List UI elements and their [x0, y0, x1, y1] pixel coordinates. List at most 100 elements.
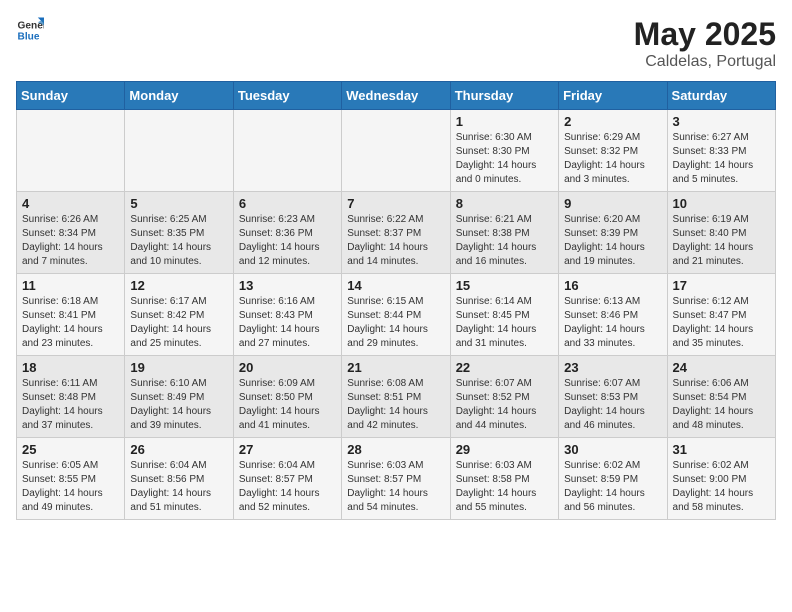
- svg-text:Blue: Blue: [18, 31, 40, 42]
- day-cell: 4 Sunrise: 6:26 AMSunset: 8:34 PMDaylight…: [17, 192, 125, 274]
- day-cell: 25 Sunrise: 6:05 AMSunset: 8:55 PMDayligh…: [17, 438, 125, 520]
- week-row-4: 18 Sunrise: 6:11 AMSunset: 8:48 PMDayligh…: [17, 356, 776, 438]
- day-cell: 16 Sunrise: 6:13 AMSunset: 8:46 PMDayligh…: [559, 274, 667, 356]
- day-number: 29: [456, 442, 553, 457]
- day-number: 3: [673, 114, 770, 129]
- day-info: Sunrise: 6:18 AMSunset: 8:41 PMDaylight:…: [22, 295, 119, 351]
- header-monday: Monday: [125, 82, 233, 110]
- day-cell: 12Sunrise: 6:17 AMSunset: 8:42 PMDayligh…: [125, 274, 233, 356]
- day-info: Sunrise: 6:04 AMSunset: 8:57 PMDaylight:…: [239, 459, 336, 515]
- day-cell: 20 Sunrise: 6:09 AMSunset: 8:50 PMDayligh…: [233, 356, 341, 438]
- day-number: 25: [22, 442, 119, 457]
- day-cell: [233, 110, 341, 192]
- day-cell: 8Sunrise: 6:21 AMSunset: 8:38 PMDaylight…: [450, 192, 558, 274]
- header-sunday: Sunday: [17, 82, 125, 110]
- day-number: 27: [239, 442, 336, 457]
- day-info: Sunrise: 6:14 AMSunset: 8:45 PMDaylight:…: [456, 295, 553, 351]
- day-info: Sunrise: 6:26 AMSunset: 8:34 PMDaylight:…: [22, 213, 119, 269]
- day-info: Sunrise: 6:03 AMSunset: 8:58 PMDaylight:…: [456, 459, 553, 515]
- day-number: 28: [347, 442, 444, 457]
- day-info: Sunrise: 6:15 AMSunset: 8:44 PMDaylight:…: [347, 295, 444, 351]
- day-cell: 14 Sunrise: 6:15 AMSunset: 8:44 PMDayligh…: [342, 274, 450, 356]
- day-cell: [17, 110, 125, 192]
- day-info: Sunrise: 6:16 AMSunset: 8:43 PMDaylight:…: [239, 295, 336, 351]
- day-info: Sunrise: 6:30 AMSunset: 8:30 PMDaylight:…: [456, 131, 553, 187]
- day-info: Sunrise: 6:23 AMSunset: 8:36 PMDaylight:…: [239, 213, 336, 269]
- day-cell: 9 Sunrise: 6:20 AMSunset: 8:39 PMDaylight…: [559, 192, 667, 274]
- day-number: 4: [22, 196, 119, 211]
- logo: General Blue: [16, 16, 44, 44]
- day-cell: 15 Sunrise: 6:14 AMSunset: 8:45 PMDayligh…: [450, 274, 558, 356]
- day-number: 5: [130, 196, 227, 211]
- day-cell: 3 Sunrise: 6:27 AMSunset: 8:33 PMDaylight…: [667, 110, 775, 192]
- day-number: 1: [456, 114, 553, 129]
- day-info: Sunrise: 6:02 AMSunset: 8:59 PMDaylight:…: [564, 459, 661, 515]
- day-cell: 31 Sunrise: 6:02 AMSunset: 9:00 PMDayligh…: [667, 438, 775, 520]
- day-number: 19: [130, 360, 227, 375]
- day-cell: 13Sunrise: 6:16 AMSunset: 8:43 PMDayligh…: [233, 274, 341, 356]
- day-info: Sunrise: 6:09 AMSunset: 8:50 PMDaylight:…: [239, 377, 336, 433]
- day-number: 31: [673, 442, 770, 457]
- day-number: 23: [564, 360, 661, 375]
- calendar-table: SundayMondayTuesdayWednesdayThursdayFrid…: [16, 81, 776, 520]
- day-number: 21: [347, 360, 444, 375]
- day-number: 7: [347, 196, 444, 211]
- day-cell: 11 Sunrise: 6:18 AMSunset: 8:41 PMDayligh…: [17, 274, 125, 356]
- header-thursday: Thursday: [450, 82, 558, 110]
- day-cell: 30Sunrise: 6:02 AMSunset: 8:59 PMDayligh…: [559, 438, 667, 520]
- day-cell: 19Sunrise: 6:10 AMSunset: 8:49 PMDayligh…: [125, 356, 233, 438]
- header-saturday: Saturday: [667, 82, 775, 110]
- day-number: 11: [22, 278, 119, 293]
- day-info: Sunrise: 6:07 AMSunset: 8:52 PMDaylight:…: [456, 377, 553, 433]
- day-number: 20: [239, 360, 336, 375]
- header-friday: Friday: [559, 82, 667, 110]
- title-location: Caldelas, Portugal: [634, 53, 776, 71]
- day-info: Sunrise: 6:06 AMSunset: 8:54 PMDaylight:…: [673, 377, 770, 433]
- week-row-1: 1 Sunrise: 6:30 AMSunset: 8:30 PMDaylight…: [17, 110, 776, 192]
- day-cell: 24 Sunrise: 6:06 AMSunset: 8:54 PMDayligh…: [667, 356, 775, 438]
- title-block: May 2025 Caldelas, Portugal: [634, 16, 776, 71]
- day-info: Sunrise: 6:27 AMSunset: 8:33 PMDaylight:…: [673, 131, 770, 187]
- day-number: 26: [130, 442, 227, 457]
- day-cell: 21 Sunrise: 6:08 AMSunset: 8:51 PMDayligh…: [342, 356, 450, 438]
- day-number: 9: [564, 196, 661, 211]
- day-info: Sunrise: 6:03 AMSunset: 8:57 PMDaylight:…: [347, 459, 444, 515]
- day-number: 15: [456, 278, 553, 293]
- header-tuesday: Tuesday: [233, 82, 341, 110]
- day-info: Sunrise: 6:21 AMSunset: 8:38 PMDaylight:…: [456, 213, 553, 269]
- day-number: 14: [347, 278, 444, 293]
- day-number: 22: [456, 360, 553, 375]
- day-info: Sunrise: 6:22 AMSunset: 8:37 PMDaylight:…: [347, 213, 444, 269]
- day-number: 2: [564, 114, 661, 129]
- day-info: Sunrise: 6:25 AMSunset: 8:35 PMDaylight:…: [130, 213, 227, 269]
- day-cell: 22 Sunrise: 6:07 AMSunset: 8:52 PMDayligh…: [450, 356, 558, 438]
- day-cell: 7 Sunrise: 6:22 AMSunset: 8:37 PMDaylight…: [342, 192, 450, 274]
- day-info: Sunrise: 6:05 AMSunset: 8:55 PMDaylight:…: [22, 459, 119, 515]
- day-cell: 29 Sunrise: 6:03 AMSunset: 8:58 PMDayligh…: [450, 438, 558, 520]
- day-info: Sunrise: 6:13 AMSunset: 8:46 PMDaylight:…: [564, 295, 661, 351]
- day-info: Sunrise: 6:20 AMSunset: 8:39 PMDaylight:…: [564, 213, 661, 269]
- header-wednesday: Wednesday: [342, 82, 450, 110]
- day-number: 18: [22, 360, 119, 375]
- day-cell: 27 Sunrise: 6:04 AMSunset: 8:57 PMDayligh…: [233, 438, 341, 520]
- day-cell: 26Sunrise: 6:04 AMSunset: 8:56 PMDayligh…: [125, 438, 233, 520]
- day-info: Sunrise: 6:11 AMSunset: 8:48 PMDaylight:…: [22, 377, 119, 433]
- day-number: 24: [673, 360, 770, 375]
- day-number: 6: [239, 196, 336, 211]
- day-cell: 2Sunrise: 6:29 AMSunset: 8:32 PMDaylight…: [559, 110, 667, 192]
- week-row-2: 4 Sunrise: 6:26 AMSunset: 8:34 PMDaylight…: [17, 192, 776, 274]
- day-info: Sunrise: 6:17 AMSunset: 8:42 PMDaylight:…: [130, 295, 227, 351]
- logo-icon: General Blue: [16, 16, 44, 44]
- day-number: 16: [564, 278, 661, 293]
- day-cell: [342, 110, 450, 192]
- week-row-5: 25 Sunrise: 6:05 AMSunset: 8:55 PMDayligh…: [17, 438, 776, 520]
- page-header: General Blue May 2025 Caldelas, Portugal: [16, 16, 776, 71]
- calendar-header-row: SundayMondayTuesdayWednesdayThursdayFrid…: [17, 82, 776, 110]
- day-info: Sunrise: 6:19 AMSunset: 8:40 PMDaylight:…: [673, 213, 770, 269]
- day-info: Sunrise: 6:08 AMSunset: 8:51 PMDaylight:…: [347, 377, 444, 433]
- day-info: Sunrise: 6:12 AMSunset: 8:47 PMDaylight:…: [673, 295, 770, 351]
- day-cell: 1 Sunrise: 6:30 AMSunset: 8:30 PMDaylight…: [450, 110, 558, 192]
- day-info: Sunrise: 6:02 AMSunset: 9:00 PMDaylight:…: [673, 459, 770, 515]
- day-cell: [125, 110, 233, 192]
- week-row-3: 11 Sunrise: 6:18 AMSunset: 8:41 PMDayligh…: [17, 274, 776, 356]
